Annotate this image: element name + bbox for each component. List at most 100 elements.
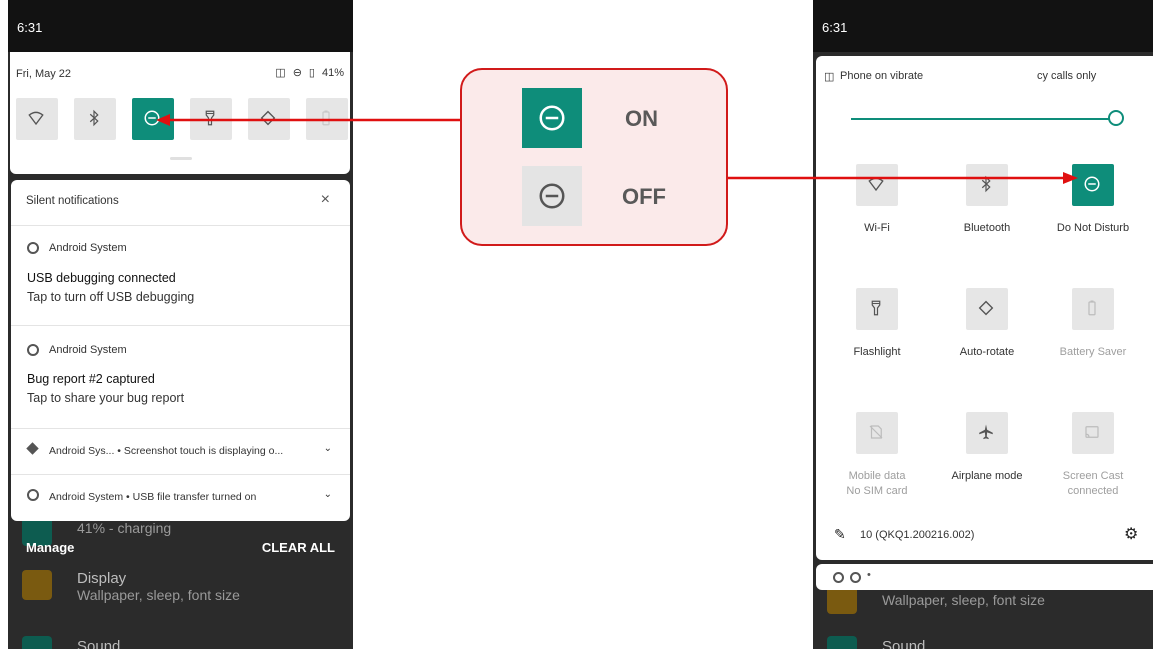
dnd-status-icon: ⊖	[292, 67, 302, 79]
tile-label: Do Not Disturb	[1056, 222, 1130, 234]
tile-label: Battery Saver	[1059, 346, 1127, 358]
android-system-icon	[27, 489, 39, 501]
android-system-icon	[27, 242, 39, 254]
bluetooth-icon	[85, 109, 105, 129]
status-icons: ◫ ⊖ ▯ 41%	[275, 66, 344, 80]
notification-usb-debugging[interactable]: Android System USB debugging connected T…	[11, 225, 350, 325]
airplane-icon	[977, 423, 997, 443]
edit-icon[interactable]: ✎	[834, 526, 846, 543]
clock: 6:31	[17, 20, 43, 35]
status-bar: 6:31	[8, 0, 353, 52]
battery-saver-icon	[317, 109, 337, 129]
tile-label: Airplane mode	[951, 470, 1023, 482]
tile-bluetooth[interactable]	[966, 164, 1008, 206]
tile-label: Flashlight	[853, 346, 901, 358]
notification-text: Tap to share your bug report	[27, 391, 185, 405]
status-bar: 6:31	[813, 0, 1153, 52]
notification-icons-row: •	[816, 564, 1153, 590]
left-phone-screen: 6:31 41% - charging Display Wallpaper, sl…	[8, 0, 353, 649]
more-dot: •	[867, 569, 871, 581]
collapsed-text: Android Sys... • Screenshot touch is dis…	[49, 445, 284, 457]
expand-chevron-icon[interactable]: ⌄	[324, 489, 332, 500]
tile-wifi[interactable]	[856, 164, 898, 206]
display-setting-title: Display Wallpaper, sleep, font size	[77, 570, 240, 603]
brightness-icon[interactable]	[1108, 110, 1124, 126]
tile-label: Auto-rotate	[959, 346, 1015, 358]
brightness-slider[interactable]	[851, 118, 1111, 120]
tile-mobile-data[interactable]	[856, 412, 898, 454]
notification-text: Tap to turn off USB debugging	[27, 290, 195, 304]
dnd-legend-callout: ON OFF	[460, 68, 728, 246]
battery-percent: 41%	[321, 66, 344, 79]
date-text: Fri, May 22	[16, 68, 72, 80]
collapsed-notification-usb-transfer[interactable]: Android System • USB file transfer turne…	[11, 474, 350, 520]
android-system-icon	[27, 344, 39, 356]
bluetooth-icon	[977, 175, 997, 195]
notification-title: USB debugging connected	[27, 271, 176, 285]
quick-tile-battery-saver[interactable]	[306, 98, 348, 140]
manage-button[interactable]: Manage	[26, 540, 74, 555]
behind-sound: Sound	[882, 638, 926, 649]
silent-notifications-header: Silent notifications	[26, 195, 119, 207]
expand-chevron-icon[interactable]: ⌄	[324, 443, 332, 454]
close-icon[interactable]: ×	[321, 191, 330, 209]
dnd-icon	[1083, 175, 1103, 195]
tile-label: Mobile data	[848, 470, 906, 482]
tile-dnd[interactable]	[1072, 164, 1114, 206]
notification-app: Android System	[49, 242, 127, 254]
drag-handle[interactable]	[170, 157, 192, 160]
expanded-quick-settings: ◫ Phone on vibrate cy calls only Wi-Fi Bl…	[816, 56, 1153, 560]
tile-sublabel: No SIM card	[846, 485, 908, 497]
vibrate-icon: ◫	[824, 71, 835, 83]
vibrate-status: Phone on vibrate	[840, 70, 924, 82]
clock: 6:31	[822, 20, 848, 35]
tile-flashlight[interactable]	[856, 288, 898, 330]
right-phone-screen: 6:31 Wallpaper, sleep, font size Sound ◫…	[813, 0, 1153, 649]
wifi-icon	[867, 175, 887, 195]
tile-sublabel: connected	[1067, 485, 1119, 497]
vibrate-icon: ◫	[275, 67, 286, 79]
notification-title: Bug report #2 captured	[27, 372, 155, 386]
dnd-off-icon	[522, 166, 582, 226]
dnd-icon	[143, 109, 163, 129]
settings-gear-icon[interactable]: ⚙	[1124, 524, 1138, 544]
android-system-icon	[833, 572, 844, 583]
clear-all-button[interactable]: CLEAR ALL	[262, 540, 335, 555]
display-setting-icon	[22, 570, 52, 600]
off-label: OFF	[622, 184, 666, 209]
battery-icon: ▯	[308, 67, 315, 79]
tile-label: Screen Cast	[1062, 470, 1124, 482]
dnd-on-icon	[522, 88, 582, 148]
build-number: 10 (QKQ1.200216.002)	[860, 529, 975, 541]
tile-auto-rotate[interactable]	[966, 288, 1008, 330]
tile-airplane[interactable]	[966, 412, 1008, 454]
collapsed-notification-screenshot[interactable]: Android Sys... • Screenshot touch is dis…	[11, 428, 350, 474]
tile-label: Wi-Fi	[864, 222, 890, 234]
wifi-icon	[27, 109, 47, 129]
notification-panel: Silent notifications × Android System US…	[11, 180, 350, 521]
collapsed-text: Android System • USB file transfer turne…	[49, 491, 257, 503]
flashlight-icon	[201, 109, 221, 129]
notification-bug-report[interactable]: Android System Bug report #2 captured Ta…	[11, 326, 350, 426]
quick-tile-auto-rotate[interactable]	[248, 98, 290, 140]
battery-saver-icon	[1083, 299, 1103, 319]
quick-tile-dnd[interactable]	[132, 98, 174, 140]
quick-tile-flashlight[interactable]	[190, 98, 232, 140]
tile-battery-saver[interactable]	[1072, 288, 1114, 330]
android-system-icon	[850, 572, 861, 583]
auto-rotate-icon	[259, 109, 279, 129]
quick-tile-bluetooth[interactable]	[74, 98, 116, 140]
cast-icon	[1083, 423, 1103, 443]
tile-cast[interactable]	[1072, 412, 1114, 454]
notification-app: Android System	[49, 344, 127, 356]
sound-setting-icon	[22, 636, 52, 649]
sound-setting-icon	[827, 636, 857, 649]
emergency-status: cy calls only	[1037, 70, 1097, 82]
behind-display-subtitle: Wallpaper, sleep, font size	[882, 592, 1045, 608]
flashlight-icon	[867, 299, 887, 319]
quick-tile-wifi[interactable]	[16, 98, 58, 140]
layers-icon	[26, 442, 39, 455]
auto-rotate-icon	[977, 299, 997, 319]
mobile-data-icon	[867, 423, 887, 443]
quick-settings-panel: Fri, May 22 ◫ ⊖ ▯ 41%	[10, 52, 350, 174]
